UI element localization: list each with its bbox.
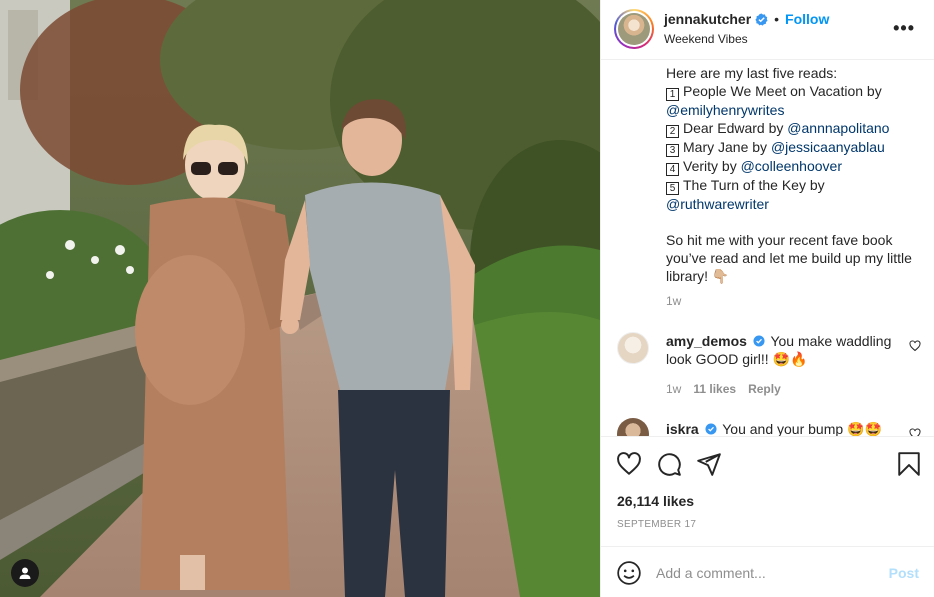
photo-illustration xyxy=(0,0,600,597)
reply-button[interactable]: Reply xyxy=(748,382,781,396)
mention-link[interactable]: @annnapolitano xyxy=(787,120,889,136)
like-comment-icon[interactable] xyxy=(909,427,921,436)
verified-badge-icon xyxy=(753,335,765,347)
post-photo[interactable] xyxy=(0,0,600,597)
caption-item: 1 People We Meet on Vacation by xyxy=(666,82,928,101)
share-icon[interactable] xyxy=(696,451,722,480)
commenter-avatar[interactable] xyxy=(617,332,649,364)
comment-meta: 1w 11 likes Reply xyxy=(666,382,781,396)
post-location[interactable]: Weekend Vibes xyxy=(664,32,748,46)
save-bookmark-icon[interactable] xyxy=(897,451,921,480)
comment-icon[interactable] xyxy=(656,451,682,480)
caption-outro: So hit me with your recent fave book xyxy=(666,232,893,248)
comment-text: iskra You and your bump 🤩🤩 xyxy=(666,421,882,436)
comment-likes[interactable]: 11 likes xyxy=(693,382,736,396)
caption-timestamp[interactable]: 1w xyxy=(666,294,681,308)
post-caption: Here are my last five reads: 1 People We … xyxy=(666,64,928,285)
caption-intro: Here are my last five reads: xyxy=(666,65,838,81)
like-icon[interactable] xyxy=(616,451,642,480)
caption-item: 2 Dear Edward by @annnapolitano xyxy=(666,119,928,138)
author-avatar[interactable] xyxy=(614,9,654,49)
caption-item: 3 Mary Jane by @jessicaanyablau xyxy=(666,138,928,157)
comments-section[interactable]: Here are my last five reads: 1 People We … xyxy=(601,60,934,436)
more-options-icon[interactable]: ••• xyxy=(893,18,915,39)
mention-link[interactable]: @emilyhenrywrites xyxy=(666,102,784,118)
caption-item: 5 The Turn of the Key by xyxy=(666,176,928,195)
post-sidebar: jennakutcher • Follow Weekend Vibes ••• … xyxy=(600,0,934,597)
follow-button[interactable]: Follow xyxy=(785,11,829,27)
post-header: jennakutcher • Follow Weekend Vibes ••• xyxy=(601,0,934,60)
verified-badge-icon xyxy=(755,13,768,26)
mention-link[interactable]: @jessicaanyablau xyxy=(771,139,885,155)
tagged-users-button[interactable] xyxy=(11,559,39,587)
like-comment-icon[interactable] xyxy=(909,339,921,355)
user-icon xyxy=(19,567,31,579)
commenter-avatar[interactable] xyxy=(617,418,649,436)
comment-item: iskra You and your bump 🤩🤩 xyxy=(601,418,934,436)
comment-time[interactable]: 1w xyxy=(666,382,681,396)
post-comment-button[interactable]: Post xyxy=(889,565,919,581)
comment-text: amy_demos You make waddling look GOOD gi… xyxy=(666,333,892,367)
verified-badge-icon xyxy=(705,423,717,435)
add-comment-bar: Post xyxy=(601,546,934,597)
author-username[interactable]: jennakutcher xyxy=(664,11,751,27)
author-row: jennakutcher • Follow xyxy=(664,11,829,27)
mention-link[interactable]: @ruthwarewriter xyxy=(666,196,769,212)
post-date[interactable]: SEPTEMBER 17 xyxy=(617,519,696,530)
likes-count[interactable]: 26,114 likes xyxy=(617,493,694,509)
separator-dot: • xyxy=(774,11,780,27)
commenter-username[interactable]: amy_demos xyxy=(666,333,747,349)
emoji-icon[interactable] xyxy=(616,560,642,589)
mention-link[interactable]: @colleenhoover xyxy=(741,158,842,174)
post-actions: 26,114 likes SEPTEMBER 17 xyxy=(601,436,934,546)
caption-item: 4 Verity by @colleenhoover xyxy=(666,157,928,176)
commenter-username[interactable]: iskra xyxy=(666,421,699,436)
comment-item: amy_demos You make waddling look GOOD gi… xyxy=(601,330,934,400)
comment-input[interactable] xyxy=(656,559,876,587)
